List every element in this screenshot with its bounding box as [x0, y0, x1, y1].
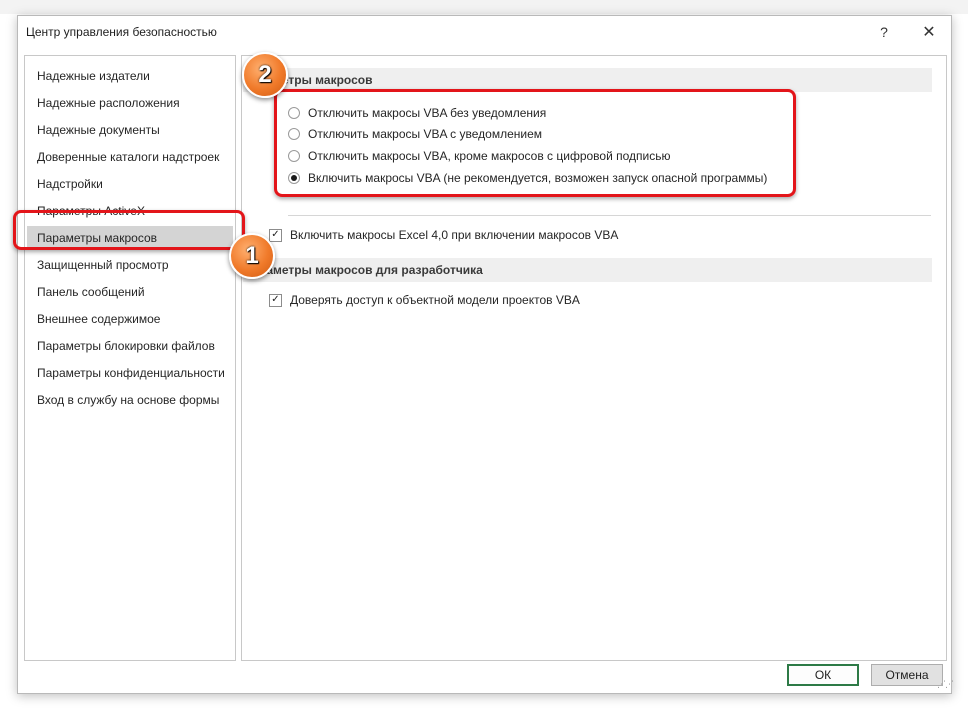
sidebar-item-external-content[interactable]: Внешнее содержимое — [27, 307, 233, 331]
dialog-title: Центр управления безопасностью — [26, 25, 217, 39]
cancel-button[interactable]: Отмена — [871, 664, 943, 686]
developer-settings-header: раметры макросов для разработчика — [243, 258, 932, 282]
sidebar-item-trusted-publishers[interactable]: Надежные издатели — [27, 64, 233, 88]
background-window-strip — [0, 0, 968, 14]
sidebar-item-form-based-signin[interactable]: Вход в службу на основе формы — [27, 388, 233, 412]
sidebar-item-protected-view[interactable]: Защищенный просмотр — [27, 253, 233, 277]
help-button[interactable]: ? — [862, 16, 906, 48]
separator — [288, 215, 931, 216]
sidebar-item-trusted-addin-catalogs[interactable]: Доверенные каталоги надстроек — [27, 145, 233, 169]
checkbox-trust-vba-model[interactable]: ✓ Доверять доступ к объектной модели про… — [269, 291, 580, 309]
help-icon: ? — [880, 24, 888, 40]
sidebar-item-privacy[interactable]: Параметры конфиденциальности — [27, 361, 233, 385]
sidebar-nav: Надежные издатели Надежные расположения … — [24, 55, 236, 661]
highlight-box-enable-macros — [274, 89, 796, 197]
checkbox-checked-icon[interactable]: ✓ — [269, 293, 282, 307]
ok-button[interactable]: ОК — [787, 664, 859, 686]
step-marker-1: 1 — [229, 233, 275, 279]
checkbox-label: Доверять доступ к объектной модели проек… — [290, 293, 580, 307]
sidebar-item-message-bar[interactable]: Панель сообщений — [27, 280, 233, 304]
sidebar-item-file-block[interactable]: Параметры блокировки файлов — [27, 334, 233, 358]
close-icon: ✕ — [922, 24, 936, 41]
checkbox-label: Включить макросы Excel 4,0 при включении… — [290, 228, 619, 242]
step-marker-2: 2 — [242, 52, 288, 98]
highlight-box-macro-settings — [13, 210, 245, 250]
sidebar-item-addins[interactable]: Надстройки — [27, 172, 233, 196]
checkbox-checked-icon[interactable]: ✓ — [269, 228, 282, 242]
close-button[interactable]: ✕ — [907, 16, 951, 48]
resize-grip-icon[interactable]: ⋰⋰ — [937, 679, 954, 690]
title-bar: Центр управления безопасностью ? ✕ — [18, 16, 951, 48]
sidebar-item-trusted-documents[interactable]: Надежные документы — [27, 118, 233, 142]
checkbox-excel4-macros[interactable]: ✓ Включить макросы Excel 4,0 при включен… — [269, 226, 618, 244]
sidebar-item-trusted-locations[interactable]: Надежные расположения — [27, 91, 233, 115]
